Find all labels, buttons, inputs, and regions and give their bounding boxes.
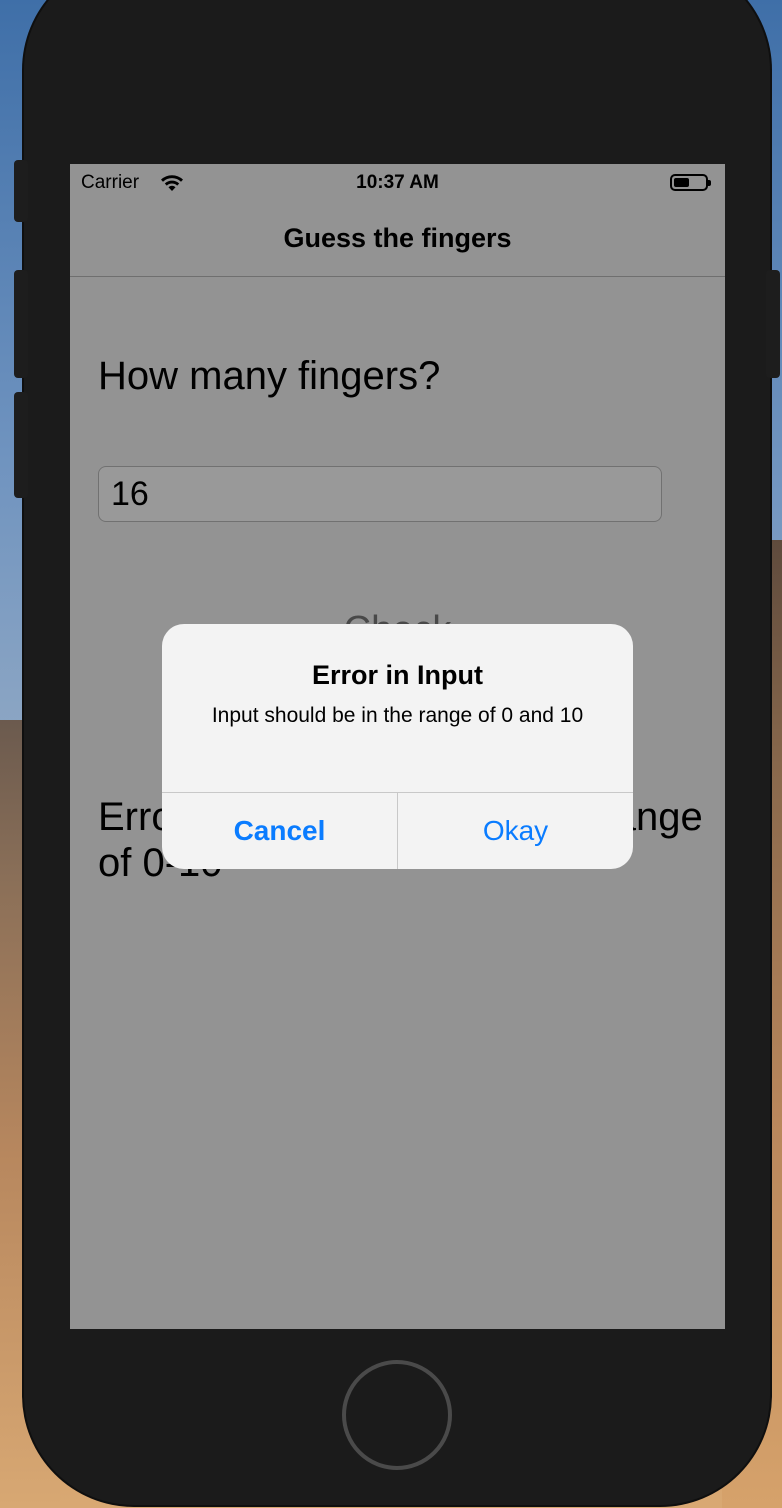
app-screen: Carrier 10:37 AM Guess the fingers How m…: [70, 164, 725, 1329]
volume-up-button: [14, 270, 28, 378]
cancel-button[interactable]: Cancel: [162, 792, 397, 869]
power-button: [766, 270, 780, 378]
alert-message: Input should be in the range of 0 and 10: [211, 704, 584, 727]
alert-title: Error in Input: [312, 660, 483, 690]
error-alert: Error in Input Input should be in the ra…: [162, 624, 633, 869]
home-button[interactable]: [342, 1360, 452, 1470]
mute-switch: [14, 160, 28, 222]
volume-down-button: [14, 392, 28, 498]
okay-button[interactable]: Okay: [398, 792, 633, 869]
